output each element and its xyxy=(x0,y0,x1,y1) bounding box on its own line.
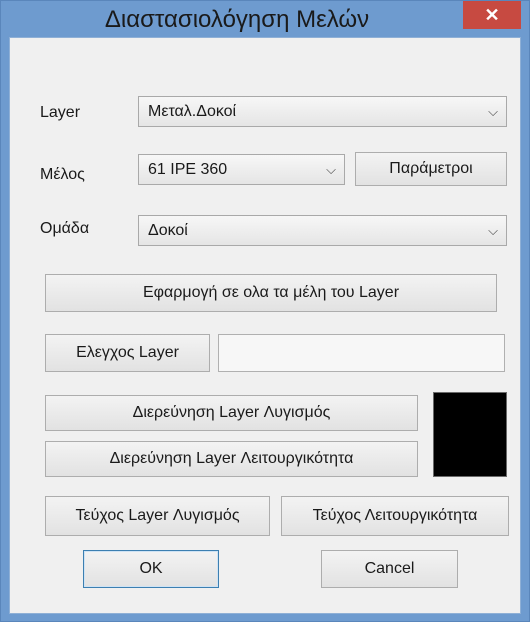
group-select[interactable]: Δοκοί ⌵ xyxy=(138,215,507,246)
parameters-button-label: Παράμετροι xyxy=(389,160,473,177)
dialog-client-area: Layer Μεταλ.Δοκοί ⌵ Μέλος 61 IPE 360 ⌵ Π… xyxy=(9,37,521,614)
check-layer-field[interactable] xyxy=(218,334,505,372)
member-select-value: 61 IPE 360 xyxy=(148,161,228,178)
member-label: Μέλος xyxy=(40,166,85,183)
report-function-button[interactable]: Τεύχος Λειτουργικότητα xyxy=(281,496,509,536)
check-layer-button[interactable]: Ελεγχος Layer xyxy=(45,334,210,372)
cancel-button[interactable]: Cancel xyxy=(321,550,458,588)
apply-all-layer-button[interactable]: Εφαρμογή σε ολα τα μέλη του Layer xyxy=(45,274,497,312)
dialog-window: Διαστασιολόγηση Μελών ✕ Layer Μεταλ.Δοκο… xyxy=(0,0,530,622)
ok-button[interactable]: OK xyxy=(83,550,219,588)
close-icon: ✕ xyxy=(484,5,500,25)
chevron-down-icon: ⌵ xyxy=(488,223,498,238)
layer-select[interactable]: Μεταλ.Δοκοί ⌵ xyxy=(138,96,507,127)
layer-label: Layer xyxy=(40,104,81,121)
parameters-button[interactable]: Παράμετροι xyxy=(355,152,507,186)
chevron-down-icon: ⌵ xyxy=(488,104,498,119)
investigate-layer-failure-button[interactable]: Διερεύνηση Layer Λυγισμός xyxy=(45,395,418,431)
title-bar[interactable]: Διαστασιολόγηση Μελών ✕ xyxy=(1,1,529,37)
window-title: Διαστασιολόγηση Μελών xyxy=(104,6,370,33)
apply-all-layer-button-label: Εφαρμογή σε ολα τα μέλη του Layer xyxy=(142,284,400,301)
member-select[interactable]: 61 IPE 360 ⌵ xyxy=(138,154,345,185)
layer-select-value: Μεταλ.Δοκοί xyxy=(148,103,237,120)
report-function-label: Τεύχος Λειτουργικότητα xyxy=(312,507,478,524)
check-layer-button-label: Ελεγχος Layer xyxy=(76,344,179,361)
close-button[interactable]: ✕ xyxy=(463,1,521,29)
investigate-layer-failure-label: Διερεύνηση Layer Λυγισμός xyxy=(132,404,331,421)
report-layer-failure-button[interactable]: Τεύχος Layer Λυγισμός xyxy=(45,496,270,536)
chevron-down-icon: ⌵ xyxy=(326,162,336,177)
report-layer-failure-label: Τεύχος Layer Λυγισμός xyxy=(75,507,240,524)
group-select-value: Δοκοί xyxy=(148,222,188,239)
investigate-layer-function-label: Διερεύνηση Layer Λειτουργικότητα xyxy=(109,450,354,467)
ok-button-label: OK xyxy=(139,560,163,577)
color-swatch[interactable] xyxy=(433,392,507,477)
group-label: Ομάδα xyxy=(40,220,90,237)
cancel-button-label: Cancel xyxy=(364,560,415,577)
investigate-layer-function-button[interactable]: Διερεύνηση Layer Λειτουργικότητα xyxy=(45,441,418,477)
